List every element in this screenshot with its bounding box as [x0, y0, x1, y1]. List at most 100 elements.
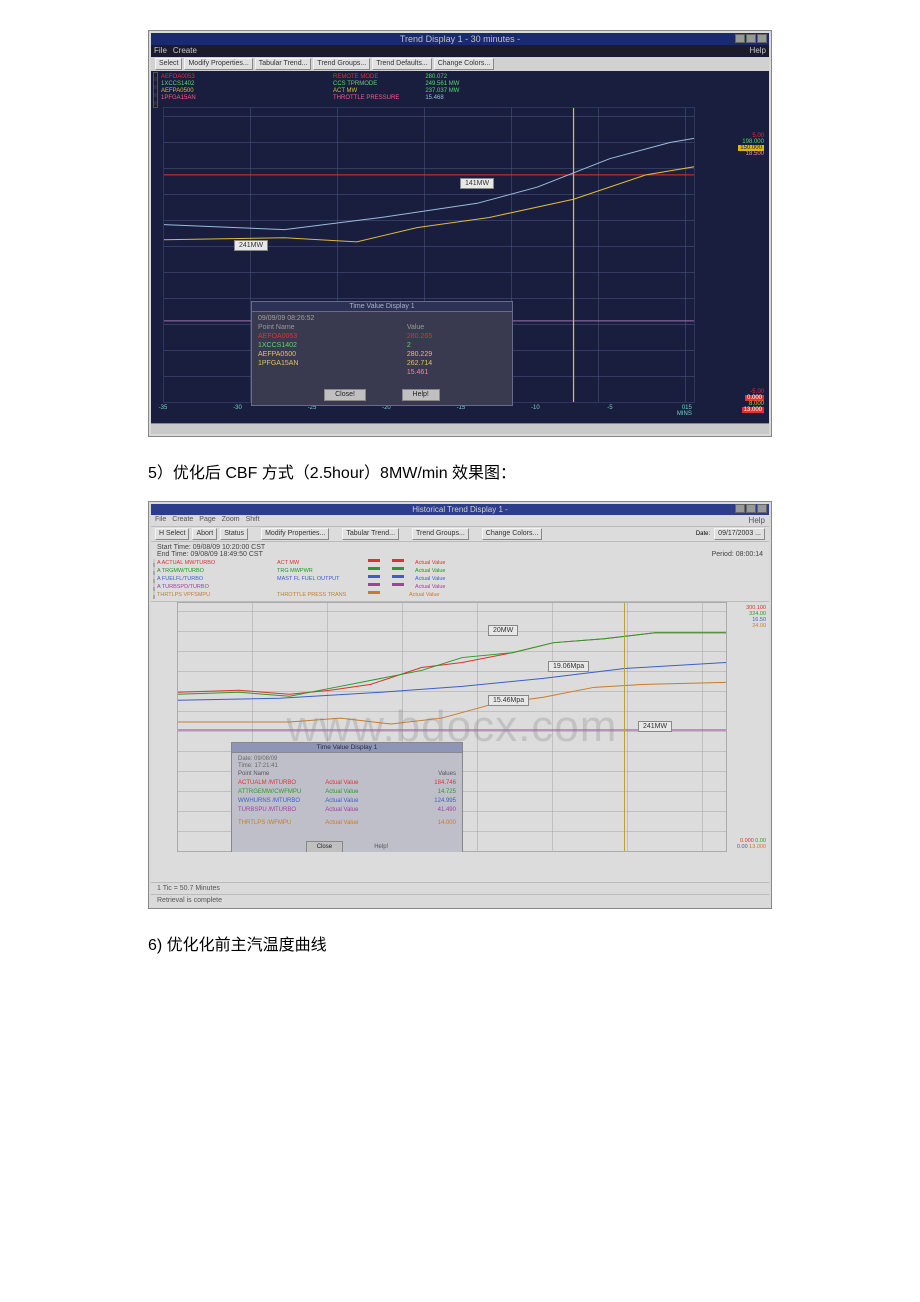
popup-val: 14.725 [397, 788, 456, 797]
toolbar: Select Modify Properties... Tabular Tren… [151, 57, 769, 71]
menu-create[interactable]: Create [173, 46, 197, 55]
menu-shift[interactable]: Shift [246, 516, 260, 525]
chart-footer [151, 852, 769, 882]
popup-row: WWHURNS /MTURBO [238, 797, 325, 806]
popup-row: 1PFGA15AN [258, 359, 394, 368]
status-button[interactable]: Status [220, 528, 248, 540]
legend-item: A TRGMW/TURBO [157, 567, 267, 575]
trend-groups-button[interactable]: Trend Groups... [412, 528, 469, 540]
caption-6: 6) 优化化前主汽温度曲线 [148, 931, 772, 955]
legend-item: 249.561 MW [425, 81, 459, 88]
chart-annotation: 241MW [234, 240, 268, 251]
popup-val: 184.746 [397, 779, 456, 788]
window-controls [735, 504, 767, 513]
close-icon[interactable] [757, 504, 767, 513]
menu-page[interactable]: Page [199, 516, 215, 525]
x-axis: -35 -30 -25 -20 -15 -10 -5 015MINS [163, 405, 695, 421]
popup-row: ATTRGEMW/CWFMPU [238, 788, 325, 797]
chart-area: AEFOA0053 1XCCS1402 AEFPA0500 1PFGA15AN … [151, 71, 769, 423]
modify-properties-button[interactable]: Modify Properties... [184, 58, 252, 70]
retrieval-status: Retrieval is complete [151, 894, 769, 906]
axis-value: 24.00 [728, 623, 766, 629]
figure-inner: Historical Trend Display 1 - File Create… [151, 504, 769, 906]
popup-hdr-name: Point Name [258, 323, 394, 332]
chart-annotation: 20MW [488, 625, 518, 636]
select-button[interactable]: Select [155, 58, 182, 70]
change-colors-button[interactable]: Change Colors... [482, 528, 543, 540]
legend-item: REMOTE MODE [333, 74, 399, 81]
end-time: End Time: 09/08/09 18:49:50 CST [157, 551, 763, 558]
y-axis-bottom: -5.00 0.000 8.000 13.000 [690, 387, 768, 415]
abort-button[interactable]: Abort [192, 528, 217, 540]
axis-value: 13.000 [742, 407, 764, 413]
select-button[interactable]: H Select [155, 528, 189, 540]
window-title: Trend Display 1 - 30 minutes - [400, 34, 520, 44]
tabular-trend-button[interactable]: Tabular Trend... [342, 528, 399, 540]
caption-5: 5）优化后 CBF 方式（2.5hour）8MW/min 效果图： [148, 459, 772, 483]
popup-val: 15.461 [407, 368, 506, 377]
menu-zoom[interactable]: Zoom [222, 516, 240, 525]
change-colors-button[interactable]: Change Colors... [434, 58, 495, 70]
axis-tick: -35 [159, 405, 168, 411]
popup-row: AEFPA0500 [258, 350, 394, 359]
time-range: Start Time: 09/08/09 10:20:00 CST Period… [151, 542, 769, 559]
legend-values: 280.072 249.561 MW 237.037 MW 15.468 [425, 73, 459, 102]
time-value-popup: Time Value Display 1 09/09/09 08:26:52 P… [251, 301, 513, 406]
minimize-icon[interactable] [735, 34, 745, 43]
close-button[interactable]: Close! [324, 389, 366, 401]
popup-val: 14.000 [397, 819, 456, 828]
menu-create[interactable]: Create [172, 516, 193, 525]
popup-val: 2 [407, 341, 506, 350]
legend-item: Actual Value [415, 567, 445, 575]
figure-trend-display: Trend Display 1 - 30 minutes - File Crea… [148, 30, 772, 437]
time-value-popup: Time Value Display 1 Date: 09/08/09 Time… [231, 742, 463, 858]
close-icon[interactable] [757, 34, 767, 43]
date-field[interactable]: 09/17/2003 ... [714, 528, 765, 540]
chart-annotation: 15.46Mpa [488, 695, 529, 706]
legend-item: Actual Value [415, 559, 445, 567]
maximize-icon[interactable] [746, 504, 756, 513]
legend-item: ACT MW [333, 88, 399, 95]
tabular-trend-button[interactable]: Tabular Trend... [255, 58, 312, 70]
popup-hdr-value: Values [397, 770, 456, 779]
legend-item [277, 583, 357, 591]
window-titlebar: Historical Trend Display 1 - [151, 504, 769, 515]
y-axis-bottom: 0.000 0.00 0.00 13.000 [726, 836, 768, 852]
axis-tick: -5 [607, 405, 612, 411]
menu-file[interactable]: File [154, 46, 167, 55]
popup-row: TURBSPU /MTURBO [238, 806, 325, 815]
figure-inner: Trend Display 1 - 30 minutes - File Crea… [151, 33, 769, 434]
minimize-icon[interactable] [735, 504, 745, 513]
legend-item: Actual Value [415, 583, 445, 591]
popup-desc: Actual Value [325, 779, 397, 788]
statusbar [151, 423, 769, 434]
help-button[interactable]: Help! [374, 844, 388, 850]
popup-hdr-value: Value [407, 323, 506, 332]
legend-stripe [153, 72, 158, 108]
modify-properties-button[interactable]: Modify Properties... [261, 528, 329, 540]
menu-help[interactable]: Help [750, 46, 766, 55]
trend-groups-button[interactable]: Trend Groups... [313, 58, 370, 70]
help-button[interactable]: Help! [402, 389, 440, 401]
popup-body: 09/09/09 08:26:52 Point Name Value AEFOA… [252, 312, 512, 379]
menu-help[interactable]: Help [749, 516, 765, 525]
axis-tick: 015MINS [677, 405, 692, 417]
maximize-icon[interactable] [746, 34, 756, 43]
axis-tick: -10 [531, 405, 540, 411]
popup-row: 1XCCS1402 [258, 341, 394, 350]
legend: A ACTUAL MW/TURBOACT MWActual Value A TR… [151, 559, 769, 601]
menu-file[interactable]: File [155, 516, 166, 525]
trend-defaults-button[interactable]: Trend Defaults... [372, 58, 432, 70]
chart-annotation: 141MW [460, 178, 494, 189]
period-label: Period: [712, 551, 734, 558]
axis-value: 0.00 [737, 844, 748, 850]
window-titlebar: Trend Display 1 - 30 minutes - [151, 33, 769, 45]
legend-item: THROTTLE PRESS TRANS [277, 591, 357, 599]
popup-val: 280.265 [407, 332, 506, 341]
popup-row: AEFOA0053 [258, 332, 394, 341]
popup-datetime: 09/09/09 08:26:52 [258, 315, 506, 322]
legend-item: A ACTUAL MW/TURBO [157, 559, 267, 567]
window-controls [735, 34, 767, 43]
legend-item: 1PFGA15AN [161, 95, 231, 102]
chart-annotation: 19.06Mpa [548, 661, 589, 672]
